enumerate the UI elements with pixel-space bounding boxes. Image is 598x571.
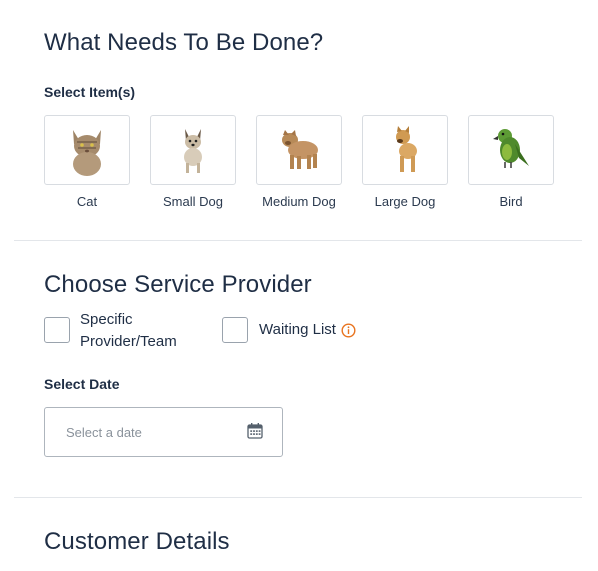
- date-picker-input[interactable]: Select a date: [44, 407, 283, 457]
- specific-provider-option[interactable]: Specific Provider/Team: [44, 311, 177, 353]
- select-items-label: Select Item(s): [44, 84, 136, 100]
- waiting-list-label: Waiting List: [259, 321, 336, 338]
- item-option-bird[interactable]: Bird: [468, 115, 554, 209]
- item-tile-small-dog[interactable]: [150, 115, 236, 185]
- item-option-large-dog[interactable]: Large Dog: [362, 115, 448, 209]
- specific-provider-label-line1: Specific: [80, 311, 133, 328]
- item-option-small-dog[interactable]: Small Dog: [150, 115, 236, 209]
- item-tile-bird[interactable]: [468, 115, 554, 185]
- item-tile-large-dog[interactable]: [362, 115, 448, 185]
- item-selector: Cat Small Dog Medium Dog Large Dog Bird: [44, 115, 554, 209]
- select-date-label: Select Date: [44, 376, 120, 392]
- large-dog-icon: [396, 126, 417, 172]
- waiting-list-checkbox[interactable]: [222, 317, 248, 343]
- bird-icon: [493, 129, 529, 168]
- waiting-list-option[interactable]: Waiting List: [222, 311, 356, 343]
- info-icon[interactable]: [341, 323, 356, 338]
- section-title-service-provider: Choose Service Provider: [44, 271, 312, 298]
- small-dog-icon: [184, 129, 202, 173]
- item-label-bird: Bird: [499, 194, 523, 209]
- item-label-large-dog: Large Dog: [374, 194, 436, 209]
- section-divider: [14, 240, 582, 241]
- cat-icon: [73, 130, 101, 176]
- specific-provider-checkbox[interactable]: [44, 317, 70, 343]
- item-tile-medium-dog[interactable]: [256, 115, 342, 185]
- item-option-cat[interactable]: Cat: [44, 115, 130, 209]
- section-title-what-needs-done: What Needs To Be Done?: [44, 29, 324, 56]
- section-divider: [14, 497, 582, 498]
- item-tile-cat[interactable]: [44, 115, 130, 185]
- calendar-icon[interactable]: [247, 422, 263, 439]
- item-label-medium-dog: Medium Dog: [262, 194, 336, 209]
- date-placeholder: Select a date: [66, 425, 142, 440]
- item-label-small-dog: Small Dog: [163, 194, 223, 209]
- item-option-medium-dog[interactable]: Medium Dog: [256, 115, 342, 209]
- medium-dog-icon: [282, 130, 318, 169]
- specific-provider-label: Specific Provider/Team: [80, 309, 177, 353]
- section-title-customer-details: Customer Details: [44, 528, 230, 555]
- specific-provider-label-line2: Provider/Team: [80, 333, 177, 350]
- item-label-cat: Cat: [76, 194, 98, 209]
